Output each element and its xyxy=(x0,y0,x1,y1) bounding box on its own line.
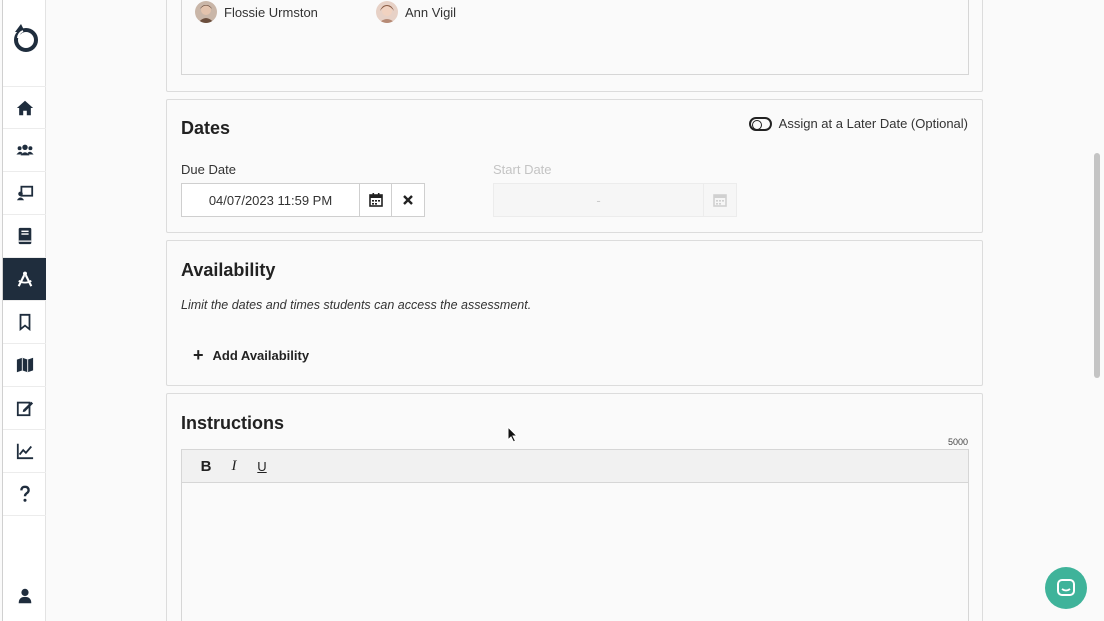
dates-title: Dates xyxy=(181,118,231,138)
editor-toolbar: B I U xyxy=(182,450,968,483)
instructions-editor[interactable]: B I U xyxy=(181,449,969,621)
page-scrollbar[interactable] xyxy=(1094,153,1100,378)
due-date-label: Due Date xyxy=(181,162,236,177)
sidebar xyxy=(2,0,46,621)
dates-card: Dates Assign at a Later Date (Optional) … xyxy=(166,99,983,233)
assignees-card: Flossie Urmston Ann Vigil xyxy=(166,0,983,92)
sidebar-item-reports[interactable] xyxy=(3,430,46,473)
due-date-field: 04/07/2023 11:59 PM xyxy=(181,183,425,217)
underline-button[interactable]: U xyxy=(248,459,276,474)
user-icon xyxy=(18,588,31,603)
later-date-toggle[interactable] xyxy=(748,116,772,131)
sidebar-item-library[interactable] xyxy=(3,215,46,258)
sidebar-item-profile[interactable] xyxy=(3,574,46,617)
italic-button[interactable]: I xyxy=(220,458,248,475)
add-availability-button[interactable]: + Add Availability xyxy=(193,346,309,364)
calendar-icon xyxy=(368,193,383,207)
calendar-icon xyxy=(713,194,727,207)
due-date-calendar-button[interactable] xyxy=(360,184,392,216)
assignee-name: Ann Vigil xyxy=(405,4,457,20)
sidebar-item-bookmarks[interactable] xyxy=(3,301,46,344)
availability-title: Availability xyxy=(181,260,276,280)
bold-button[interactable]: B xyxy=(192,458,220,475)
sidebar-item-home[interactable] xyxy=(3,86,46,129)
book-icon xyxy=(18,227,31,245)
later-date-toggle-wrap[interactable]: Assign at a Later Date (Optional) xyxy=(748,116,968,131)
char-limit: 5000 xyxy=(947,437,968,447)
availability-note: Limit the dates and times students can a… xyxy=(181,298,532,312)
start-date-calendar-button xyxy=(704,184,736,216)
chart-line-icon xyxy=(16,443,33,460)
chat-icon xyxy=(1057,579,1075,596)
users-icon xyxy=(15,144,34,156)
assignee-chip[interactable]: Ann Vigil xyxy=(376,1,456,23)
avatar xyxy=(195,1,217,23)
assignee-name: Flossie Urmston xyxy=(224,4,318,20)
edit-icon xyxy=(16,401,33,417)
sidebar-item-classes[interactable] xyxy=(3,172,46,215)
close-icon xyxy=(403,195,413,205)
avatar xyxy=(376,1,398,23)
later-date-label: Assign at a Later Date (Optional) xyxy=(778,116,968,131)
due-date-clear-button[interactable] xyxy=(392,184,424,216)
chalkboard-teacher-icon xyxy=(16,185,33,201)
assignee-chip[interactable]: Flossie Urmston xyxy=(195,1,318,23)
add-availability-label: Add Availability xyxy=(212,347,310,363)
bookmark-icon xyxy=(19,313,30,331)
start-date-label: Start Date xyxy=(493,162,552,177)
chat-launcher-button[interactable] xyxy=(1045,567,1087,609)
instructions-title: Instructions xyxy=(181,413,285,433)
availability-card: Availability Limit the dates and times s… xyxy=(166,240,983,386)
drafting-compass-icon xyxy=(17,271,32,287)
question-icon xyxy=(19,485,30,502)
app-logo[interactable] xyxy=(11,22,41,54)
assignees-box: Flossie Urmston Ann Vigil xyxy=(181,0,969,75)
sidebar-item-map[interactable] xyxy=(3,344,46,387)
instructions-card: Instructions 5000 B I U xyxy=(166,393,983,621)
sidebar-item-help[interactable] xyxy=(3,473,46,516)
map-icon xyxy=(16,357,33,373)
sidebar-item-students[interactable] xyxy=(3,129,46,172)
start-date-input: - xyxy=(494,184,704,216)
mouse-cursor-icon xyxy=(507,425,519,448)
sidebar-item-assessments[interactable] xyxy=(3,258,46,301)
home-icon xyxy=(16,100,33,115)
due-date-input[interactable]: 04/07/2023 11:59 PM xyxy=(182,184,360,216)
sidebar-item-edit[interactable] xyxy=(3,387,46,430)
plus-icon: + xyxy=(193,345,204,365)
start-date-field: - xyxy=(493,183,737,217)
